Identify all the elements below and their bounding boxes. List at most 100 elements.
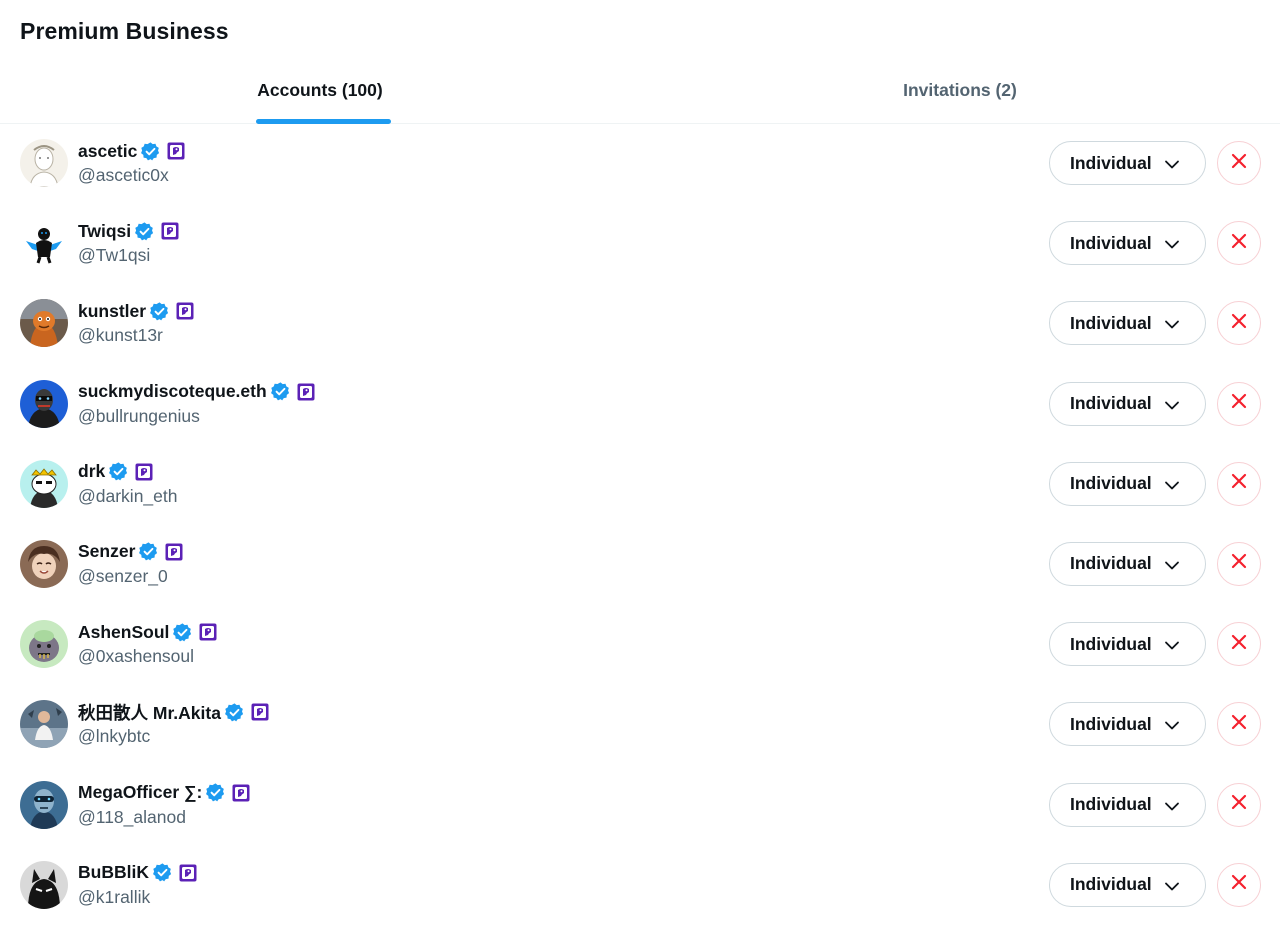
remove-account-button[interactable] <box>1217 541 1261 586</box>
tab-accounts-label: Accounts (100) <box>257 80 383 100</box>
chevron-down-icon <box>1163 315 1181 333</box>
role-dropdown[interactable]: Individual <box>1049 381 1206 426</box>
affiliate-badge-icon[interactable] <box>135 463 153 481</box>
chevron-down-icon <box>1163 235 1181 253</box>
close-x-icon <box>1229 471 1249 496</box>
name-line: ascetic <box>78 139 185 163</box>
affiliate-badge-icon[interactable] <box>165 543 183 561</box>
handle[interactable]: @lnkybtc <box>78 726 150 747</box>
role-dropdown[interactable]: Individual <box>1049 782 1206 827</box>
remove-account-button[interactable] <box>1217 782 1261 827</box>
remove-account-button[interactable] <box>1217 141 1261 185</box>
avatar[interactable] <box>20 219 68 268</box>
close-x-icon <box>1229 792 1249 817</box>
role-dropdown[interactable]: Individual <box>1049 622 1206 667</box>
avatar[interactable] <box>20 459 68 508</box>
close-x-icon <box>1229 872 1249 897</box>
page-title: Premium Business <box>20 18 229 44</box>
accounts-list: ascetic @ascetic0x Individual Twiqsi @Tw… <box>0 124 1280 926</box>
role-dropdown[interactable]: Individual <box>1049 541 1206 586</box>
affiliate-badge-icon[interactable] <box>199 623 217 641</box>
verified-badge-icon <box>134 221 155 242</box>
handle[interactable]: @darkin_eth <box>78 486 178 507</box>
avatar[interactable] <box>20 299 68 348</box>
chevron-down-icon <box>1163 716 1181 734</box>
display-name[interactable]: Twiqsi <box>78 221 131 242</box>
chevron-down-icon <box>1163 556 1181 574</box>
account-row: 秋田散人 Mr.Akita @lnkybtc Individual <box>0 685 1280 765</box>
remove-account-button[interactable] <box>1217 301 1261 346</box>
affiliate-badge-icon[interactable] <box>167 142 185 160</box>
chevron-down-icon <box>1163 155 1181 173</box>
remove-account-button[interactable] <box>1217 461 1261 506</box>
remove-account-button[interactable] <box>1217 702 1261 747</box>
close-x-icon <box>1229 391 1249 416</box>
tab-accounts[interactable]: Accounts (100) <box>0 64 640 124</box>
role-label: Individual <box>1070 874 1152 895</box>
affiliate-badge-icon[interactable] <box>179 864 197 882</box>
display-name[interactable]: suckmydiscoteque.eth <box>78 381 267 402</box>
name-line: kunstler <box>78 299 194 323</box>
verified-badge-icon <box>224 702 245 723</box>
name-line: BuBBliK <box>78 861 197 885</box>
handle[interactable]: @kunst13r <box>78 325 163 346</box>
avatar[interactable] <box>20 539 68 588</box>
role-dropdown[interactable]: Individual <box>1049 141 1206 185</box>
avatar[interactable] <box>20 139 68 187</box>
role-label: Individual <box>1070 713 1152 734</box>
avatar[interactable] <box>20 379 68 428</box>
display-name[interactable]: ascetic <box>78 141 137 162</box>
affiliate-badge-icon[interactable] <box>161 222 179 240</box>
remove-account-button[interactable] <box>1217 862 1261 907</box>
affiliate-badge-icon[interactable] <box>232 784 250 802</box>
avatar[interactable] <box>20 860 68 909</box>
display-name[interactable]: BuBBliK <box>78 862 149 883</box>
avatar[interactable] <box>20 700 68 749</box>
avatar[interactable] <box>20 620 68 669</box>
avatar[interactable] <box>20 780 68 829</box>
role-dropdown[interactable]: Individual <box>1049 461 1206 506</box>
name-line: suckmydiscoteque.eth <box>78 380 315 404</box>
verified-badge-icon <box>205 782 226 803</box>
affiliate-badge-icon[interactable] <box>176 302 194 320</box>
handle[interactable]: @ascetic0x <box>78 165 169 186</box>
remove-account-button[interactable] <box>1217 381 1261 426</box>
remove-account-button[interactable] <box>1217 622 1261 667</box>
chevron-down-icon <box>1163 636 1181 654</box>
handle[interactable]: @Tw1qsi <box>78 245 150 266</box>
handle[interactable]: @senzer_0 <box>78 566 168 587</box>
handle[interactable]: @bullrungenius <box>78 406 200 427</box>
display-name[interactable]: kunstler <box>78 301 146 322</box>
verified-badge-icon <box>138 541 159 562</box>
close-x-icon <box>1229 551 1249 576</box>
page-header: Premium Business <box>0 0 1280 64</box>
account-row: drk @darkin_eth Individual <box>0 445 1280 525</box>
account-row: Senzer @senzer_0 Individual <box>0 525 1280 605</box>
display-name[interactable]: AshenSoul <box>78 622 169 643</box>
tab-invitations[interactable]: Invitations (2) <box>640 64 1280 124</box>
handle[interactable]: @0xashensoul <box>78 646 194 667</box>
account-row: BuBBliK @k1rallik Individual <box>0 846 1280 926</box>
name-line: MegaOfficer ∑: <box>78 781 250 805</box>
display-name[interactable]: drk <box>78 461 105 482</box>
role-dropdown[interactable]: Individual <box>1049 862 1206 907</box>
close-x-icon <box>1229 311 1249 336</box>
handle[interactable]: @k1rallik <box>78 887 150 908</box>
close-x-icon <box>1229 712 1249 737</box>
role-label: Individual <box>1070 794 1152 814</box>
display-name[interactable]: MegaOfficer ∑: <box>78 782 202 803</box>
account-row: ascetic @ascetic0x Individual <box>0 124 1280 204</box>
account-row: Twiqsi @Tw1qsi Individual <box>0 204 1280 284</box>
role-label: Individual <box>1070 553 1152 574</box>
display-name[interactable]: 秋田散人 Mr.Akita <box>78 700 221 725</box>
display-name[interactable]: Senzer <box>78 541 135 562</box>
role-dropdown[interactable]: Individual <box>1049 221 1206 266</box>
role-dropdown[interactable]: Individual <box>1049 301 1206 346</box>
chevron-down-icon <box>1163 877 1181 895</box>
handle[interactable]: @118_alanod <box>78 807 186 828</box>
role-dropdown[interactable]: Individual <box>1049 702 1206 747</box>
remove-account-button[interactable] <box>1217 221 1261 266</box>
account-row: suckmydiscoteque.eth @bullrungenius Indi… <box>0 365 1280 445</box>
affiliate-badge-icon[interactable] <box>251 703 269 721</box>
affiliate-badge-icon[interactable] <box>297 383 315 401</box>
